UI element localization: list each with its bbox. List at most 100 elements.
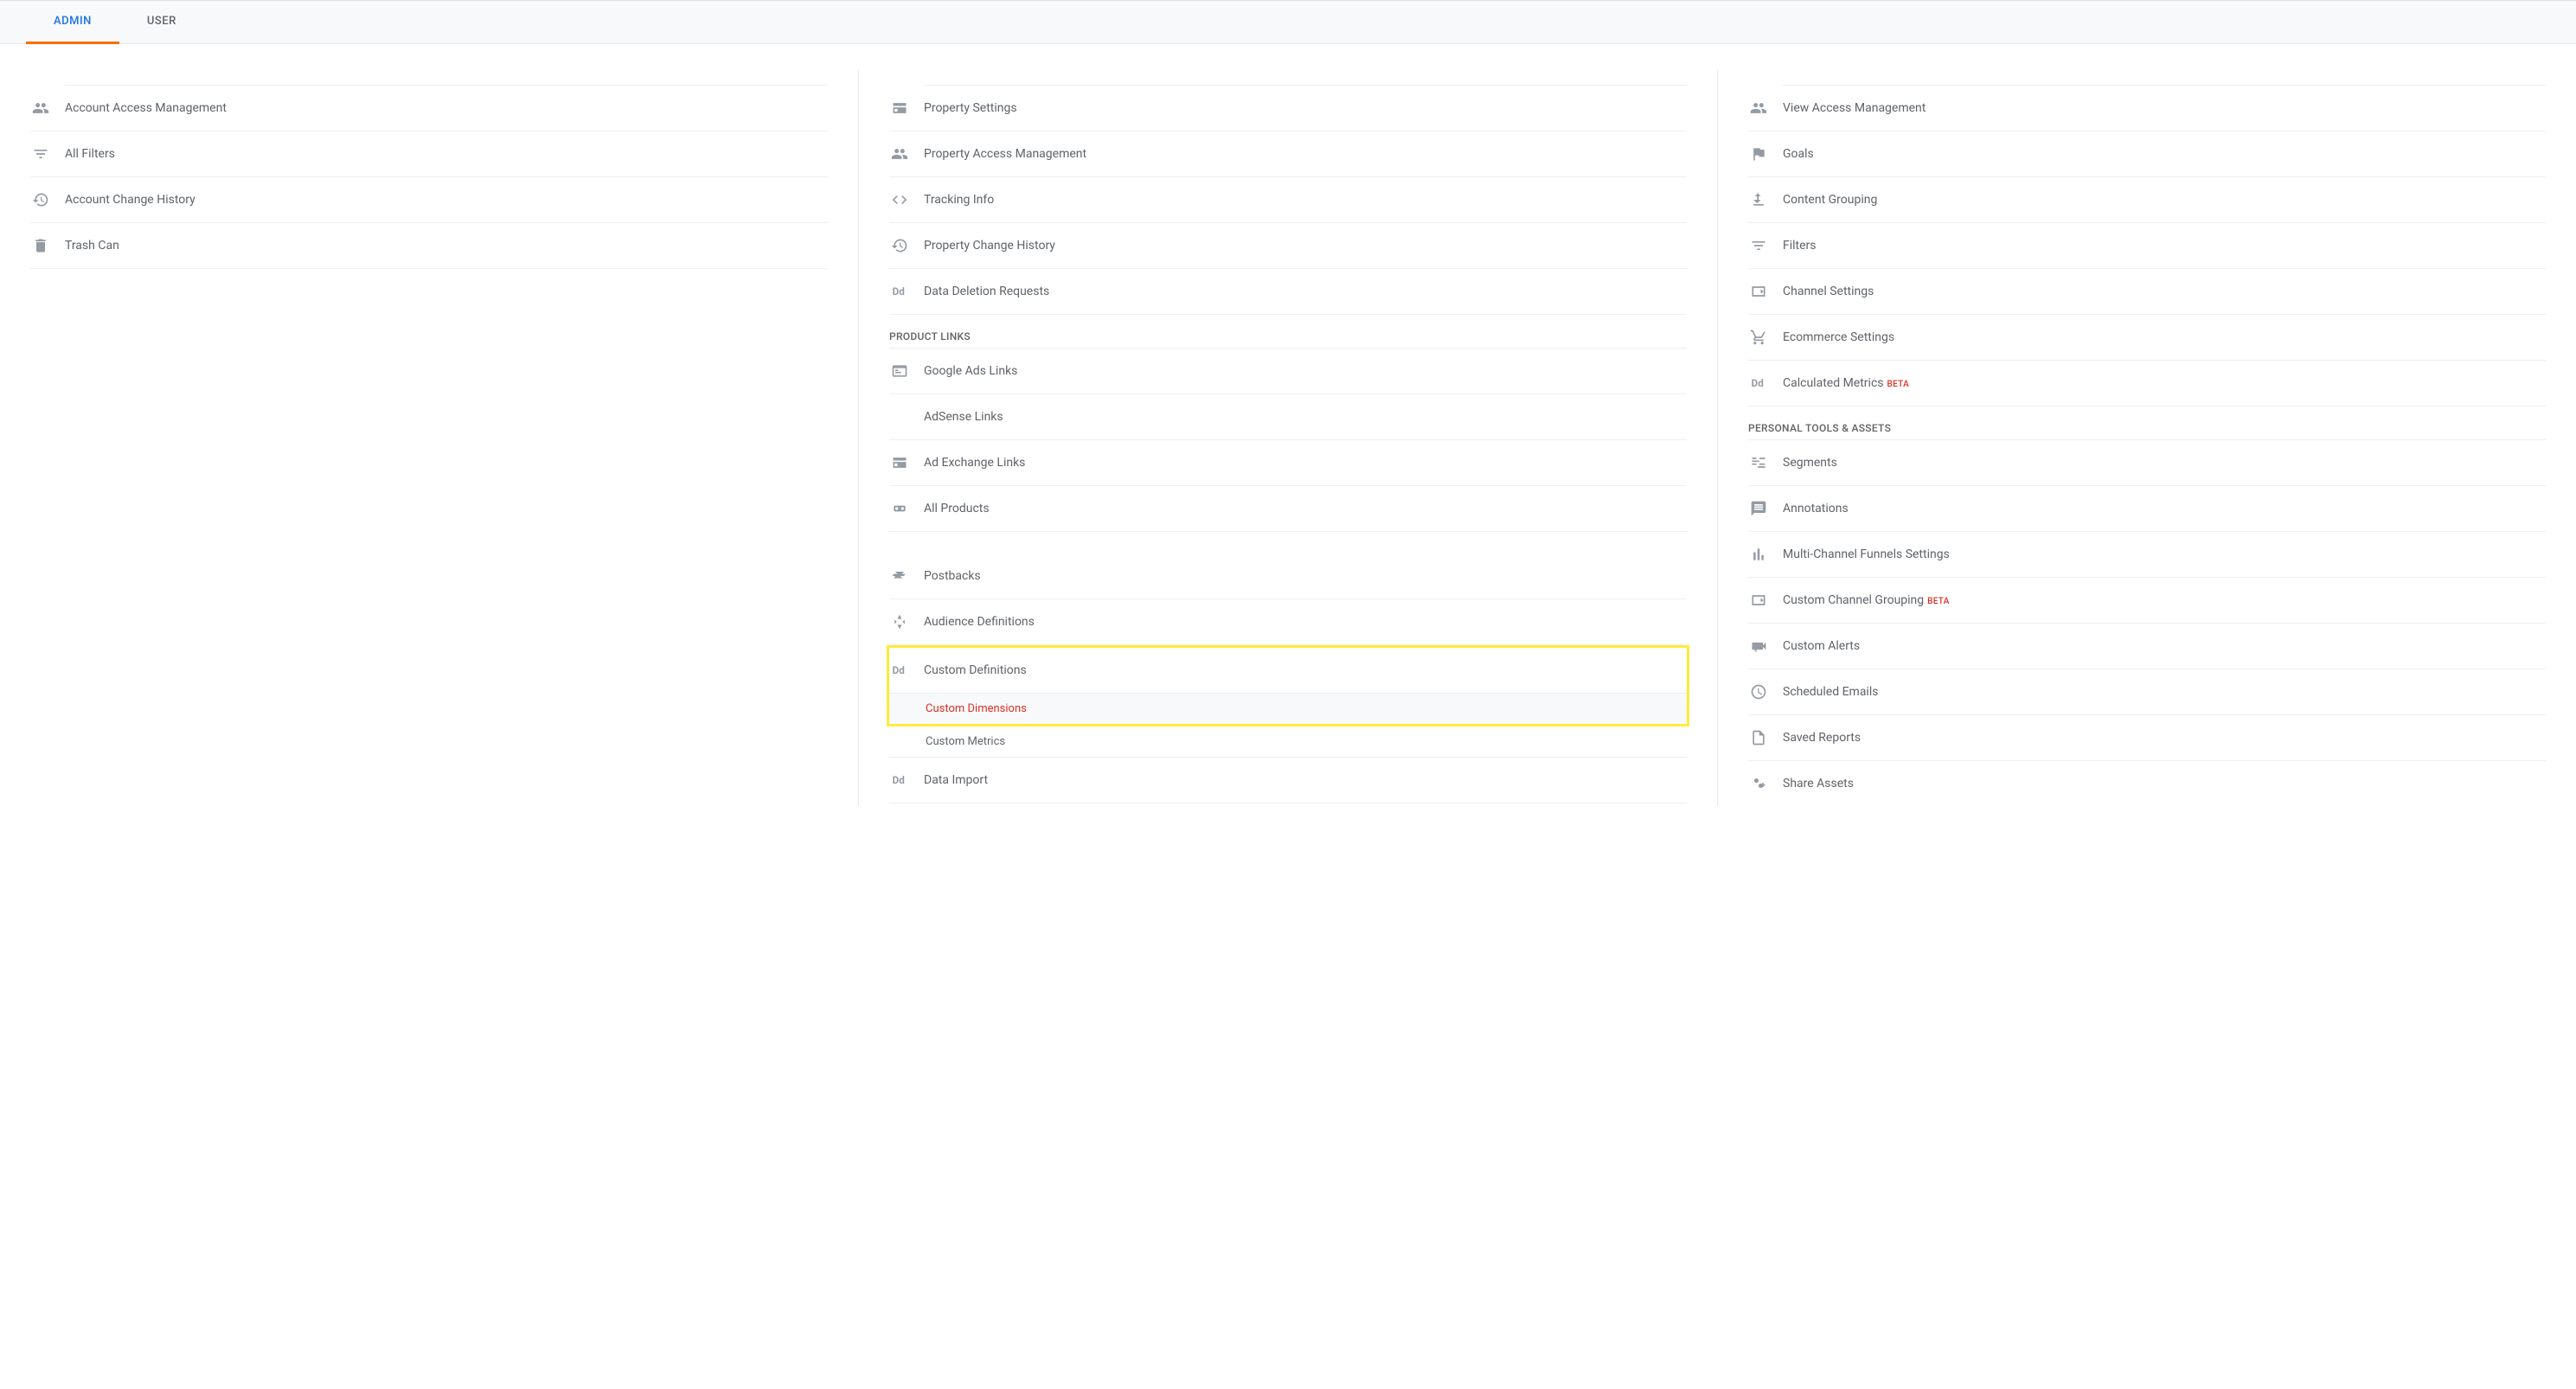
- beta-badge: BETA: [1927, 597, 1950, 606]
- menu-label: Custom Definitions: [924, 663, 1027, 677]
- menu-label: Saved Reports: [1783, 731, 1861, 745]
- menu-label: Google Ads Links: [924, 364, 1017, 378]
- all-filters[interactable]: All Filters: [30, 131, 828, 177]
- filter-icon: [1748, 235, 1769, 256]
- menu-label: Content Grouping: [1783, 193, 1877, 207]
- view-column: View Access Management Goals Content Gro…: [1718, 70, 2576, 806]
- adsense-links[interactable]: AdSense Links: [889, 394, 1687, 440]
- property-column: Property Settings Property Access Manage…: [859, 70, 1718, 806]
- ad-exchange-links[interactable]: Ad Exchange Links: [889, 440, 1687, 486]
- channel-icon: [1748, 590, 1769, 611]
- saved-reports[interactable]: Saved Reports: [1748, 715, 2546, 761]
- segments[interactable]: Segments: [1748, 440, 2546, 486]
- menu-label: Segments: [1783, 456, 1837, 470]
- trash-icon: [30, 235, 51, 256]
- menu-label: Property Change History: [924, 239, 1055, 253]
- menu-label: All Products: [924, 502, 990, 515]
- filter-icon: [30, 144, 51, 164]
- custom-channel-grouping[interactable]: Custom Channel GroupingBETA: [1748, 578, 2546, 624]
- scheduled-emails[interactable]: Scheduled Emails: [1748, 669, 2546, 715]
- calculated-metrics[interactable]: Calculated MetricsBETA: [1748, 361, 2546, 406]
- menu-label: Ad Exchange Links: [924, 456, 1025, 470]
- menu-label: Scheduled Emails: [1783, 685, 1878, 699]
- flag-icon: [1748, 144, 1769, 164]
- menu-label: Property Access Management: [924, 147, 1086, 161]
- custom-definitions-highlight: Custom Definitions Custom Dimensions: [887, 645, 1689, 727]
- menu-label: Trash Can: [65, 239, 119, 253]
- history-icon: [30, 189, 51, 210]
- dd-icon: [889, 770, 910, 791]
- content-grouping[interactable]: Content Grouping: [1748, 177, 2546, 223]
- filters[interactable]: Filters: [1748, 223, 2546, 269]
- menu-label: Custom Channel GroupingBETA: [1783, 593, 1950, 607]
- people-icon: [1748, 98, 1769, 118]
- multi-channel-funnels-settings[interactable]: Multi-Channel Funnels Settings: [1748, 532, 2546, 578]
- annotations[interactable]: Annotations: [1748, 486, 2546, 532]
- share-icon: [1748, 773, 1769, 794]
- menu-label: Data Deletion Requests: [924, 285, 1049, 298]
- menu-label: Multi-Channel Funnels Settings: [1783, 547, 1950, 561]
- dd-icon: [889, 281, 910, 302]
- google-ads-links[interactable]: Google Ads Links: [889, 349, 1687, 394]
- data-deletion-requests[interactable]: Data Deletion Requests: [889, 269, 1687, 315]
- bars-icon: [1748, 544, 1769, 565]
- goals[interactable]: Goals: [1748, 131, 2546, 177]
- menu-label: Custom Alerts: [1783, 639, 1860, 653]
- ecommerce-settings[interactable]: Ecommerce Settings: [1748, 315, 2546, 361]
- property-change-history[interactable]: Property Change History: [889, 223, 1687, 269]
- audience-icon: [889, 611, 910, 632]
- menu-label: Calculated MetricsBETA: [1783, 376, 1909, 390]
- custom-alerts[interactable]: Custom Alerts: [1748, 624, 2546, 669]
- product-links-header: PRODUCT LINKS: [889, 315, 1687, 349]
- menu-label: Share Assets: [1783, 777, 1854, 791]
- audience-definitions[interactable]: Audience Definitions: [889, 599, 1687, 645]
- segments-icon: [1748, 452, 1769, 473]
- tab-user[interactable]: USER: [119, 1, 204, 43]
- account-column: Account Access Management All Filters Ac…: [0, 70, 859, 806]
- all-products[interactable]: All Products: [889, 486, 1687, 532]
- account-access-management[interactable]: Account Access Management: [30, 86, 828, 131]
- dd-icon: [1748, 373, 1769, 394]
- trash-can[interactable]: Trash Can: [30, 223, 828, 269]
- settings-panel-icon: [889, 452, 910, 473]
- custom-metrics[interactable]: Custom Metrics: [889, 727, 1687, 757]
- blank-icon: [889, 406, 910, 427]
- channel-settings[interactable]: Channel Settings: [1748, 269, 2546, 315]
- content-group-icon: [1748, 189, 1769, 210]
- menu-label: Data Import: [924, 773, 988, 787]
- menu-label: Audience Definitions: [924, 615, 1035, 629]
- dd-icon: [889, 660, 910, 681]
- menu-label: All Filters: [65, 147, 115, 161]
- menu-label: Annotations: [1783, 502, 1849, 515]
- personal-tools-header: PERSONAL TOOLS & ASSETS: [1748, 406, 2546, 440]
- postbacks[interactable]: Postbacks: [889, 554, 1687, 599]
- menu-label: Ecommerce Settings: [1783, 330, 1894, 344]
- people-icon: [30, 98, 51, 118]
- view-access-management[interactable]: View Access Management: [1748, 86, 2546, 131]
- menu-label: View Access Management: [1783, 101, 1926, 115]
- admin-content: Account Access Management All Filters Ac…: [0, 44, 2576, 806]
- tab-admin[interactable]: ADMIN: [26, 1, 119, 44]
- annotation-icon: [1748, 498, 1769, 519]
- menu-label: Account Change History: [65, 193, 195, 207]
- menu-label: Goals: [1783, 147, 1814, 161]
- menu-label: Tracking Info: [924, 193, 994, 207]
- card-icon: [889, 361, 910, 381]
- custom-definitions[interactable]: Custom Definitions: [889, 648, 1687, 694]
- menu-label: Property Settings: [924, 101, 1017, 115]
- tabs-header: ADMIN USER: [0, 0, 2576, 44]
- data-import[interactable]: Data Import: [889, 757, 1687, 803]
- document-icon: [1748, 727, 1769, 748]
- account-change-history[interactable]: Account Change History: [30, 177, 828, 223]
- menu-label: Postbacks: [924, 569, 981, 583]
- tracking-info[interactable]: Tracking Info: [889, 177, 1687, 223]
- menu-label: Filters: [1783, 239, 1817, 253]
- share-assets[interactable]: Share Assets: [1748, 761, 2546, 806]
- menu-label: Channel Settings: [1783, 285, 1874, 298]
- custom-dimensions[interactable]: Custom Dimensions: [889, 694, 1687, 724]
- property-settings[interactable]: Property Settings: [889, 86, 1687, 131]
- beta-badge: BETA: [1887, 380, 1910, 389]
- property-access-management[interactable]: Property Access Management: [889, 131, 1687, 177]
- channel-icon: [1748, 281, 1769, 302]
- code-icon: [889, 189, 910, 210]
